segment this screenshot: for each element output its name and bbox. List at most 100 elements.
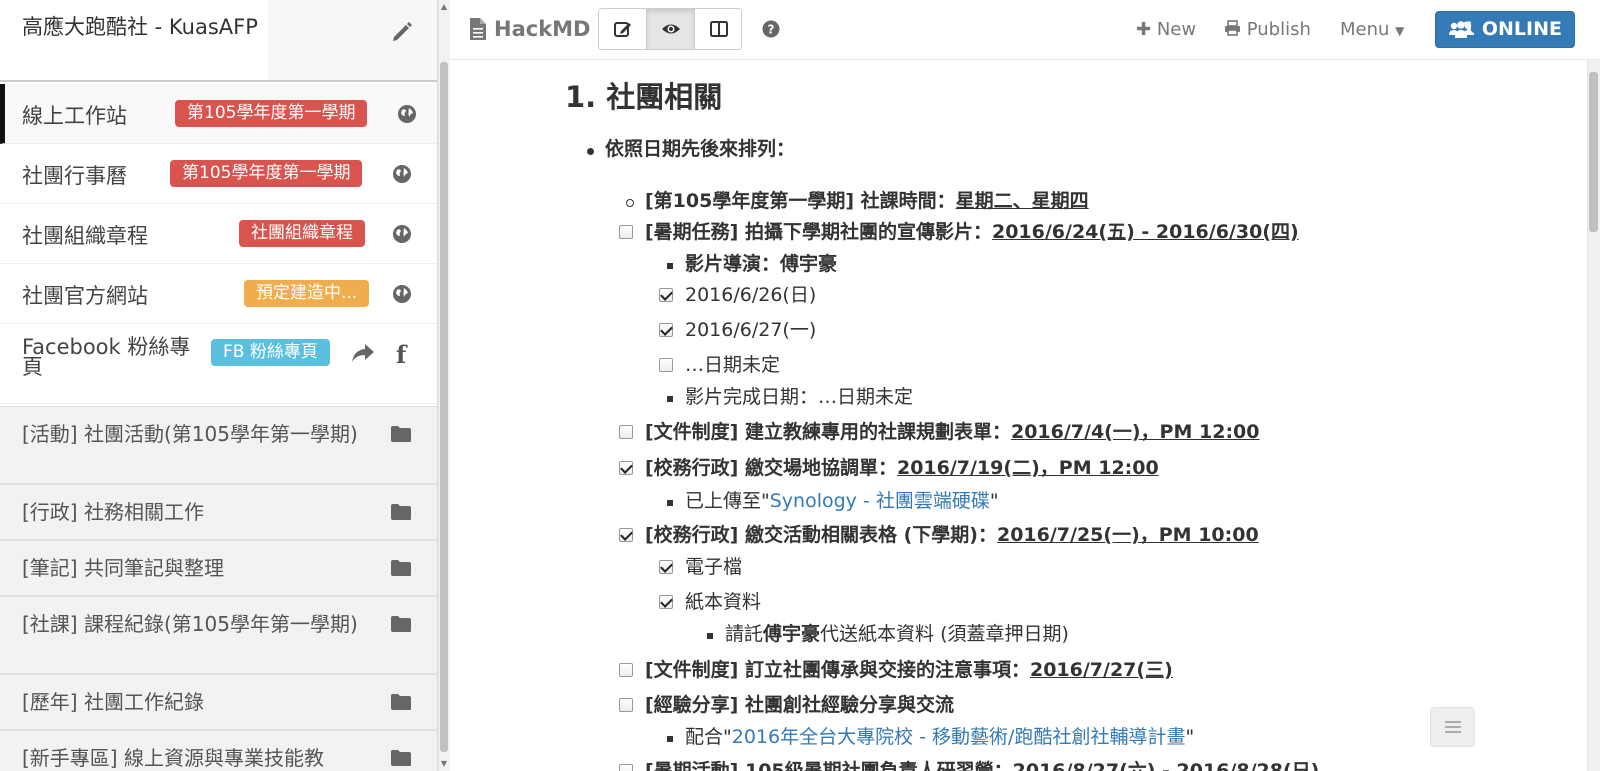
task-item: [文件制度] 訂立社團傳承與交接的注意事項：2016/7/27(三) xyxy=(645,658,1173,682)
task-date: 2016/7/19(二)，PM 12:00 xyxy=(896,457,1159,479)
note-text: 已上傳至" xyxy=(685,490,770,512)
menu-dropdown[interactable]: Menu ▼ xyxy=(1340,19,1404,40)
globe-icon xyxy=(393,225,411,243)
list-item: 配合"2016年全台大專院校 - 移動藝術/跑酷社創社輔導計畫" xyxy=(685,725,1194,749)
task-checkbox[interactable] xyxy=(619,225,633,239)
sidebar-scrollbar-thumb[interactable] xyxy=(440,62,448,752)
folder-courses[interactable]: [社課] 課程紀錄(第105學年第一學期) xyxy=(0,596,437,674)
columns-icon xyxy=(710,21,728,37)
fb-badge: FB 粉絲專頁 xyxy=(211,339,330,366)
document-scrollbar-thumb[interactable] xyxy=(1589,72,1598,232)
list-item: 請託傅宇豪代送紙本資料 (須蓋章押日期) xyxy=(725,622,1069,646)
list-item: 影片完成日期：…日期未定 xyxy=(685,386,914,408)
folder-label: [行政] 社務相關工作 xyxy=(22,500,204,524)
file-icon xyxy=(470,18,486,40)
status-badge: 預定建造中... xyxy=(244,280,370,307)
publish-button[interactable]: Publish xyxy=(1224,19,1311,40)
task-date: 2016/7/4(一)，PM 12:00 xyxy=(1010,421,1260,443)
task-checkbox[interactable] xyxy=(659,323,673,337)
folder-icon xyxy=(391,560,411,576)
online-count-label: 1 ONLINE xyxy=(1462,18,1562,40)
sidebar-item-workstation[interactable]: 線上工作站 第105學年度第一學期 xyxy=(0,84,437,144)
list-item: 紙本資料 xyxy=(685,591,762,613)
folder-newbie[interactable]: [新手專區] 線上資源與專業技能教 xyxy=(0,730,437,771)
task-item: [文件制度] 建立教練專用的社課規劃表單：2016/7/4(一)，PM 12:0… xyxy=(645,420,1259,444)
share-icon[interactable] xyxy=(350,342,376,364)
svg-text:?: ? xyxy=(768,23,775,37)
folder-history[interactable]: [歷年] 社團工作紀錄 xyxy=(0,674,437,730)
note-text: 請託 xyxy=(725,623,764,645)
pencil-icon[interactable] xyxy=(388,18,416,46)
bullet xyxy=(667,500,673,506)
new-button[interactable]: ✚ New xyxy=(1136,19,1196,40)
task-checkbox[interactable] xyxy=(619,764,633,771)
folder-label: [新手專區] 線上資源與專業技能教 xyxy=(22,746,324,770)
help-icon[interactable]: ? xyxy=(762,20,780,38)
task-checkbox[interactable] xyxy=(619,425,633,439)
sidebar-item-label: 社團組織章程 xyxy=(22,224,148,248)
folder-notes[interactable]: [筆記] 共同筆記與整理 xyxy=(0,540,437,596)
online-users-button[interactable]: 1 ONLINE xyxy=(1435,11,1575,48)
bullet xyxy=(626,199,634,207)
folder-icon xyxy=(391,504,411,520)
task-text: [文件制度] 訂立社團傳承與交接的注意事項： xyxy=(645,659,1030,681)
task-item: [校務行政] 繳交場地協調單：2016/7/19(二)，PM 12:00 xyxy=(645,456,1159,480)
list-item: 影片導演：傅宇豪 xyxy=(685,253,838,275)
section-heading: 1. 社團相關 xyxy=(565,80,723,114)
sidebar-header: 高應大跑酷社 - KuasAFP xyxy=(0,0,437,82)
list-item: 已上傳至"Synology - 社團雲端硬碟" xyxy=(685,489,999,513)
facebook-icon[interactable]: f xyxy=(396,340,406,369)
note-text: " xyxy=(989,490,999,512)
task-checkbox[interactable] xyxy=(619,461,633,475)
bullet xyxy=(667,263,673,269)
task-date: 2016/6/24(五) - 2016/6/30(四) xyxy=(991,221,1299,243)
folder-admin[interactable]: [行政] 社務相關工作 xyxy=(0,484,437,540)
task-checkbox[interactable] xyxy=(659,595,673,609)
task-text: [校務行政] 繳交場地協調單： xyxy=(645,457,897,479)
eye-icon xyxy=(662,24,680,34)
task-checkbox[interactable] xyxy=(619,698,633,712)
sidebar-item-constitution[interactable]: 社團組織章程 社團組織章程 xyxy=(0,204,437,264)
task-checkbox[interactable] xyxy=(619,528,633,542)
menu-label: Menu xyxy=(1340,19,1390,40)
task-checkbox[interactable] xyxy=(619,663,633,677)
scroll-down-icon[interactable]: ▼ xyxy=(439,759,449,769)
caret-down-icon: ▼ xyxy=(1395,24,1405,38)
both-mode-button[interactable] xyxy=(695,9,741,49)
edit-icon xyxy=(614,22,631,37)
toc-button[interactable] xyxy=(1430,707,1475,747)
task-date: 2016/7/27(三) xyxy=(1029,659,1173,681)
sidebar-item-website[interactable]: 社團官方網站 預定建造中... xyxy=(0,264,437,324)
edit-mode-button[interactable] xyxy=(599,9,647,49)
sidebar-item-calendar[interactable]: 社團行事曆 第105學年度第一學期 xyxy=(0,144,437,204)
task-checkbox[interactable] xyxy=(659,358,673,372)
program-link[interactable]: 2016年全台大專院校 - 移動藝術/跑酷社創社輔導計畫 xyxy=(732,726,1186,748)
task-item: [暑期任務] 拍攝下學期社團的宣傳影片：2016/6/24(五) - 2016/… xyxy=(645,220,1299,244)
task-text: [文件制度] 建立教練專用的社課規劃表單： xyxy=(645,421,1011,443)
brand-logo[interactable]: HackMD xyxy=(494,17,591,41)
globe-icon xyxy=(393,285,411,303)
scroll-up-icon[interactable]: ▲ xyxy=(439,2,449,12)
folder-activities[interactable]: [活動] 社團活動(第105學年第一學期) xyxy=(0,406,437,484)
task-checkbox[interactable] xyxy=(659,560,673,574)
synology-link[interactable]: Synology - 社團雲端硬碟 xyxy=(770,490,990,512)
bullet xyxy=(667,736,673,742)
bullet xyxy=(587,148,594,155)
semester-badge: 第105學年度第一學期 xyxy=(170,160,363,187)
sidebar-item-label: 社團官方網站 xyxy=(22,284,148,308)
task-item: [經驗分享] 社團創社經驗分享與交流 xyxy=(645,694,954,716)
folder-label: [歷年] 社團工作紀錄 xyxy=(22,690,204,714)
sidebar-item-facebook[interactable]: Facebook 粉絲專頁 FB 粉絲專頁 f xyxy=(0,324,437,404)
view-mode-button[interactable] xyxy=(647,9,695,49)
folder-icon xyxy=(391,616,411,632)
task-checkbox[interactable] xyxy=(659,288,673,302)
sidebar-item-label: Facebook 粉絲專頁 xyxy=(22,335,191,379)
users-icon xyxy=(1449,21,1473,38)
folder-icon xyxy=(391,694,411,710)
task-text: [校務行政] 繳交活動相關表格 (下學期)： xyxy=(645,524,997,546)
publish-label: Publish xyxy=(1246,19,1311,40)
sidebar: 高應大跑酷社 - KuasAFP 線上工作站 第105學年度第一學期 社團行事曆… xyxy=(0,0,438,771)
note-text: 代送紙本資料 (須蓋章押日期) xyxy=(820,623,1069,645)
top-navbar: HackMD ? ✚ New Publish Menu ▼ 1 ONLINE xyxy=(450,0,1600,60)
task-date: 2016/7/25(一)，PM 10:00 xyxy=(996,524,1259,546)
